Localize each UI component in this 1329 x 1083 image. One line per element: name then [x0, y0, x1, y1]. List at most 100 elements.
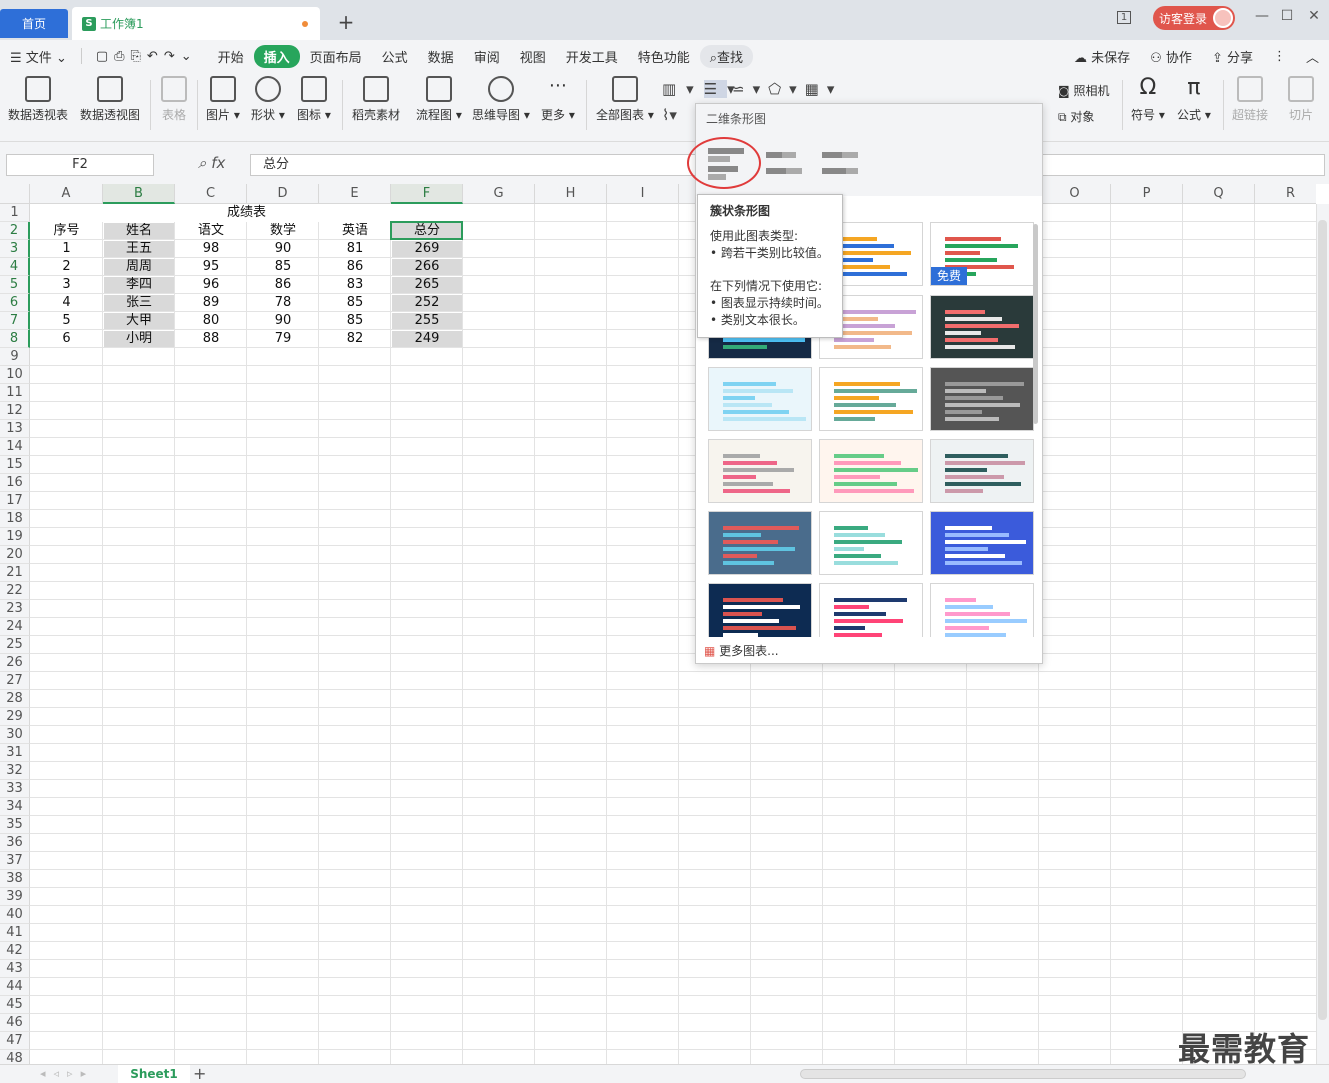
row-header-5[interactable]: 5: [0, 276, 30, 294]
table-cell[interactable]: 96: [176, 277, 246, 293]
row-header-33[interactable]: 33: [0, 780, 30, 798]
table-cell[interactable]: 80: [176, 313, 246, 329]
header-cell[interactable]: 姓名: [104, 223, 174, 239]
row-header-14[interactable]: 14: [0, 438, 30, 456]
tab-formula[interactable]: 公式: [372, 47, 418, 66]
chart-template-thumbnail[interactable]: [930, 367, 1034, 431]
share-button[interactable]: ⇪ 分享: [1202, 47, 1263, 66]
table-cell[interactable]: 4: [31, 295, 102, 311]
column-header-i[interactable]: I: [607, 184, 679, 204]
row-header-8[interactable]: 8: [0, 330, 30, 348]
chart-template-thumbnail[interactable]: [708, 583, 812, 637]
table-cell[interactable]: 90: [248, 313, 318, 329]
home-tab[interactable]: 首页: [0, 9, 68, 38]
tab-page-layout[interactable]: 页面布局: [300, 47, 372, 66]
more-charts-link[interactable]: ▦ 更多图表...: [704, 642, 779, 659]
tab-insert[interactable]: 插入: [253, 44, 300, 68]
table-cell[interactable]: 98: [176, 241, 246, 257]
row-header-31[interactable]: 31: [0, 744, 30, 762]
table-cell[interactable]: 90: [248, 241, 318, 257]
tab-review[interactable]: 审阅: [464, 47, 510, 66]
tab-view[interactable]: 视图: [510, 47, 556, 66]
row-header-7[interactable]: 7: [0, 312, 30, 330]
file-menu[interactable]: ☰ 文件 ⌄: [0, 47, 77, 66]
hyperlink-button[interactable]: 超链接: [1232, 76, 1268, 123]
table-cell[interactable]: 小明: [104, 331, 174, 347]
row-header-29[interactable]: 29: [0, 708, 30, 726]
row-header-24[interactable]: 24: [0, 618, 30, 636]
visitor-login-button[interactable]: 访客登录: [1153, 6, 1235, 30]
docer-button[interactable]: 稻壳素材: [352, 76, 400, 123]
row-header-43[interactable]: 43: [0, 960, 30, 978]
row-header-34[interactable]: 34: [0, 798, 30, 816]
header-cell[interactable]: 序号: [31, 223, 102, 239]
new-tab-button[interactable]: +: [336, 12, 356, 32]
row-header-16[interactable]: 16: [0, 474, 30, 492]
fx-icons[interactable]: ⌕ fx: [198, 154, 225, 172]
chart-template-thumbnail[interactable]: [708, 367, 812, 431]
row-header-47[interactable]: 47: [0, 1032, 30, 1050]
row-header-20[interactable]: 20: [0, 546, 30, 564]
chart-template-thumbnail[interactable]: [930, 439, 1034, 503]
table-cell[interactable]: 85: [320, 295, 390, 311]
column-header-p[interactable]: P: [1111, 184, 1183, 204]
table-cell[interactable]: 85: [320, 313, 390, 329]
shape-button[interactable]: 形状 ▾: [251, 76, 285, 123]
select-all-corner[interactable]: [0, 184, 30, 204]
row-header-48[interactable]: 48: [0, 1050, 30, 1064]
maximize-button[interactable]: ☐: [1275, 8, 1299, 24]
row-header-42[interactable]: 42: [0, 942, 30, 960]
row-header-23[interactable]: 23: [0, 600, 30, 618]
vertical-scroll-thumb[interactable]: [1318, 220, 1327, 1020]
sheet-tab-sheet1[interactable]: Sheet1: [118, 1065, 190, 1083]
row-header-18[interactable]: 18: [0, 510, 30, 528]
table-cell[interactable]: 249: [392, 331, 462, 347]
column-header-o[interactable]: O: [1039, 184, 1111, 204]
row-header-37[interactable]: 37: [0, 852, 30, 870]
table-title[interactable]: 成绩表: [30, 204, 463, 222]
table-cell[interactable]: 79: [248, 331, 318, 347]
window-count-icon[interactable]: 1: [1112, 8, 1136, 24]
row-header-1[interactable]: 1: [0, 204, 30, 222]
table-cell[interactable]: 6: [31, 331, 102, 347]
formula-button[interactable]: π 公式 ▾: [1177, 76, 1211, 123]
row-header-3[interactable]: 3: [0, 240, 30, 258]
table-cell[interactable]: 1: [31, 241, 102, 257]
table-cell[interactable]: 82: [320, 331, 390, 347]
object-button[interactable]: ⧉ 对象: [1058, 108, 1094, 125]
row-header-11[interactable]: 11: [0, 384, 30, 402]
close-button[interactable]: ✕: [1302, 8, 1326, 24]
table-button[interactable]: 表格: [161, 76, 187, 123]
flowchart-button[interactable]: 流程图 ▾: [416, 76, 462, 123]
column-header-q[interactable]: Q: [1183, 184, 1255, 204]
table-cell[interactable]: 5: [31, 313, 102, 329]
chart-template-thumbnail[interactable]: [819, 511, 923, 575]
row-header-22[interactable]: 22: [0, 582, 30, 600]
row-header-19[interactable]: 19: [0, 528, 30, 546]
column-header-f[interactable]: F: [391, 184, 463, 204]
column-header-g[interactable]: G: [463, 184, 535, 204]
pivot-table-button[interactable]: 数据透视表: [8, 76, 68, 123]
picture-button[interactable]: 图片 ▾: [206, 76, 240, 123]
document-tab[interactable]: S 工作簿1: [72, 7, 320, 40]
row-header-10[interactable]: 10: [0, 366, 30, 384]
unsaved-button[interactable]: ☁ 未保存: [1064, 47, 1140, 66]
table-cell[interactable]: 255: [392, 313, 462, 329]
more-menu-icon[interactable]: ⋮: [1263, 49, 1296, 64]
column-header-a[interactable]: A: [30, 184, 103, 204]
symbol-button[interactable]: Ω 符号 ▾: [1131, 76, 1165, 123]
table-cell[interactable]: 张三: [104, 295, 174, 311]
row-header-32[interactable]: 32: [0, 762, 30, 780]
dropdown-scrollbar[interactable]: [1033, 224, 1038, 424]
mindmap-button[interactable]: 思维导图 ▾: [472, 76, 530, 123]
chart-template-thumbnail[interactable]: [819, 583, 923, 637]
table-cell[interactable]: 269: [392, 241, 462, 257]
chart-template-thumbnail[interactable]: [819, 439, 923, 503]
sparkline-icon[interactable]: ⌇▾: [662, 106, 677, 124]
table-cell[interactable]: 78: [248, 295, 318, 311]
row-header-2[interactable]: 2: [0, 222, 30, 240]
table-cell[interactable]: 86: [320, 259, 390, 275]
table-cell[interactable]: 89: [176, 295, 246, 311]
tab-start[interactable]: 开始: [208, 47, 254, 66]
table-cell[interactable]: 252: [392, 295, 462, 311]
